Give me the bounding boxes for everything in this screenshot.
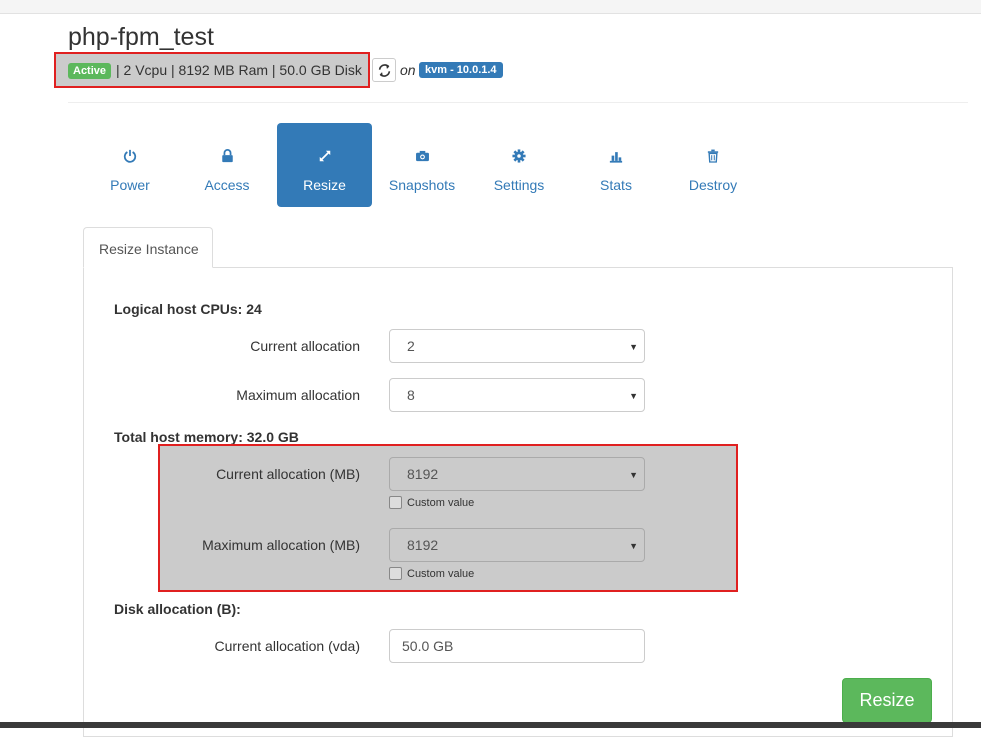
nav-destroy[interactable]: Destroy	[665, 123, 761, 207]
memory-heading: Total host memory: 32.0 GB	[114, 429, 299, 445]
cpu-current-value: 2	[407, 338, 415, 354]
memory-current-select[interactable]: 8192 ▼	[389, 457, 645, 491]
cpu-max-label: Maximum allocation	[236, 387, 360, 403]
chevron-down-icon: ▼	[629, 541, 638, 551]
cpu-max-value: 8	[407, 387, 415, 403]
camera-icon	[415, 148, 430, 164]
disk-heading: Disk allocation (B):	[114, 601, 241, 617]
page-title: php-fpm_test	[68, 23, 214, 51]
lock-icon	[221, 148, 234, 164]
chevron-down-icon: ▼	[629, 470, 638, 480]
gear-icon	[512, 148, 526, 164]
refresh-button[interactable]	[372, 58, 396, 82]
nav-snapshots-label: Snapshots	[388, 177, 456, 193]
memory-max-label: Maximum allocation (MB)	[202, 537, 360, 553]
memory-current-label: Current allocation (MB)	[216, 466, 360, 482]
nav-power[interactable]: Power	[82, 123, 178, 207]
cpu-max-select[interactable]: 8 ▼	[389, 378, 645, 412]
taskbar-edge	[0, 722, 981, 728]
nav-stats[interactable]: Stats	[568, 123, 664, 207]
chevron-down-icon: ▼	[629, 342, 638, 352]
resize-button[interactable]: Resize	[842, 678, 932, 723]
memory-max-select[interactable]: 8192 ▼	[389, 528, 645, 562]
refresh-icon	[378, 63, 390, 77]
memory-current-custom[interactable]: Custom value	[389, 496, 474, 509]
custom-value-checkbox[interactable]	[389, 496, 402, 509]
trash-icon	[707, 148, 719, 164]
disk-current-input[interactable]: 50.0 GB	[389, 629, 645, 663]
memory-max-value: 8192	[407, 537, 439, 553]
memory-max-custom[interactable]: Custom value	[389, 567, 474, 580]
instance-specs: | 2 Vcpu | 8192 MB Ram | 50.0 GB Disk	[116, 62, 362, 78]
power-icon	[123, 148, 137, 164]
cpu-current-label: Current allocation	[250, 338, 360, 354]
custom-value-checkbox[interactable]	[389, 567, 402, 580]
memory-current-value: 8192	[407, 466, 439, 482]
nav-snapshots[interactable]: Snapshots	[374, 123, 470, 207]
host-badge[interactable]: kvm - 10.0.1.4	[419, 62, 503, 78]
nav-resize[interactable]: Resize	[277, 123, 372, 207]
chevron-down-icon: ▼	[629, 391, 638, 401]
top-bar	[0, 0, 981, 14]
on-label: on	[400, 62, 416, 78]
bar-chart-icon	[609, 148, 623, 164]
nav-resize-label: Resize	[303, 177, 346, 193]
nav-power-label: Power	[110, 177, 150, 193]
nav-access[interactable]: Access	[179, 123, 275, 207]
disk-current-value: 50.0 GB	[402, 638, 454, 654]
resize-icon	[318, 148, 332, 164]
custom-value-label: Custom value	[407, 496, 475, 509]
nav-access-label: Access	[204, 177, 250, 193]
tab-resize-instance[interactable]: Resize Instance	[83, 227, 213, 268]
nav-destroy-label: Destroy	[688, 177, 738, 193]
nav-settings-label: Settings	[493, 177, 545, 193]
nav-settings[interactable]: Settings	[471, 123, 567, 207]
status-badge: Active	[68, 63, 112, 79]
nav-stats-label: Stats	[600, 177, 632, 193]
custom-value-label: Custom value	[407, 567, 475, 580]
cpu-current-select[interactable]: 2 ▼	[389, 329, 645, 363]
cpu-heading: Logical host CPUs: 24	[114, 301, 262, 317]
disk-current-label: Current allocation (vda)	[214, 638, 360, 654]
header-divider	[68, 102, 968, 103]
